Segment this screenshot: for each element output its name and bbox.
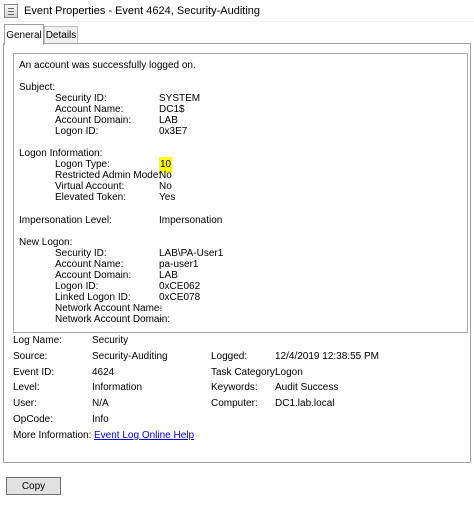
tab-general[interactable]: General <box>4 24 44 45</box>
task-category-label: Task Category: <box>211 367 278 378</box>
impersonation-value: Impersonation <box>159 215 223 226</box>
subject-value: DC1$ <box>159 104 185 115</box>
general-tab-panel: An account was successfully logged on. S… <box>3 43 471 463</box>
subject-value: SYSTEM <box>159 93 201 104</box>
new-logon-value: - <box>159 314 163 325</box>
new-logon-value: LAB\PA-User1 <box>159 248 224 259</box>
new-logon-label: Security ID: <box>55 248 107 259</box>
logon-info-value: No <box>159 170 172 181</box>
computer-label: Computer: <box>211 398 258 409</box>
logon-info-label: Logon Type: <box>55 159 110 170</box>
logged-value: 12/4/2019 12:38:55 PM <box>275 351 379 362</box>
computer-value: DC1.lab.local <box>275 398 335 409</box>
level-label: Level: <box>13 382 40 393</box>
logon-info-label: Restricted Admin Mode: <box>55 170 162 181</box>
event-id-value: 4624 <box>92 367 115 378</box>
tab-strip: General Details <box>0 22 474 45</box>
new-logon-label: Account Domain: <box>55 270 132 281</box>
log-name-label: Log Name: <box>13 335 62 346</box>
more-information-label: More Information: <box>13 430 92 441</box>
event-viewer-icon <box>4 3 18 18</box>
new-logon-label: Logon ID: <box>55 281 99 292</box>
new-logon-label: Network Account Domain: <box>55 314 171 325</box>
source-value: Security-Auditing <box>92 351 168 362</box>
new-logon-value: 0xCE062 <box>159 281 201 292</box>
opcode-label: OpCode: <box>13 414 54 425</box>
subject-label: Logon ID: <box>55 126 99 137</box>
logon-type-value: 10 <box>159 157 173 173</box>
subject-header: Subject: <box>19 82 56 93</box>
user-value: N/A <box>92 398 109 409</box>
user-label: User: <box>13 398 37 409</box>
keywords-value: Audit Success <box>275 382 339 393</box>
copy-button[interactable]: Copy <box>6 477 61 495</box>
subject-value: LAB <box>159 115 178 126</box>
subject-value: 0x3E7 <box>159 126 188 137</box>
event-description-box[interactable]: An account was successfully logged on. S… <box>13 53 468 333</box>
logged-label: Logged: <box>211 351 248 362</box>
tab-details[interactable]: Details <box>44 26 78 44</box>
window-title: Event Properties - Event 4624, Security-… <box>24 4 261 17</box>
event-properties-window: Event Properties - Event 4624, Security-… <box>0 0 474 505</box>
subject-label: Account Name: <box>55 104 124 115</box>
logon-info-label: Virtual Account: <box>55 181 125 192</box>
level-value: Information <box>92 382 143 393</box>
source-label: Source: <box>13 351 48 362</box>
logon-info-value: No <box>159 181 172 192</box>
subject-label: Account Domain: <box>55 115 132 126</box>
new-logon-value: pa-user1 <box>159 259 199 270</box>
impersonation-label: Impersonation Level: <box>19 215 112 226</box>
keywords-label: Keywords: <box>211 382 258 393</box>
event-id-label: Event ID: <box>13 367 55 378</box>
new-logon-label: Linked Logon ID: <box>55 292 131 303</box>
new-logon-label: Account Name: <box>55 259 124 270</box>
opcode-value: Info <box>92 414 109 425</box>
new-logon-value: 0xCE078 <box>159 292 201 303</box>
event-log-online-help-link[interactable]: Event Log Online Help <box>94 430 194 441</box>
log-name-value: Security <box>92 335 129 346</box>
new-logon-header: New Logon: <box>19 237 73 248</box>
message-intro: An account was successfully logged on. <box>19 60 196 71</box>
subject-label: Security ID: <box>55 93 107 104</box>
new-logon-value: - <box>159 303 163 314</box>
logon-info-header: Logon Information: <box>19 148 103 159</box>
task-category-value: Logon <box>275 367 303 378</box>
title-bar: Event Properties - Event 4624, Security-… <box>0 0 474 22</box>
logon-info-value: Yes <box>159 192 176 203</box>
new-logon-label: Network Account Name: <box>55 303 163 314</box>
logon-info-label: Elevated Token: <box>55 192 126 203</box>
new-logon-value: LAB <box>159 270 178 281</box>
